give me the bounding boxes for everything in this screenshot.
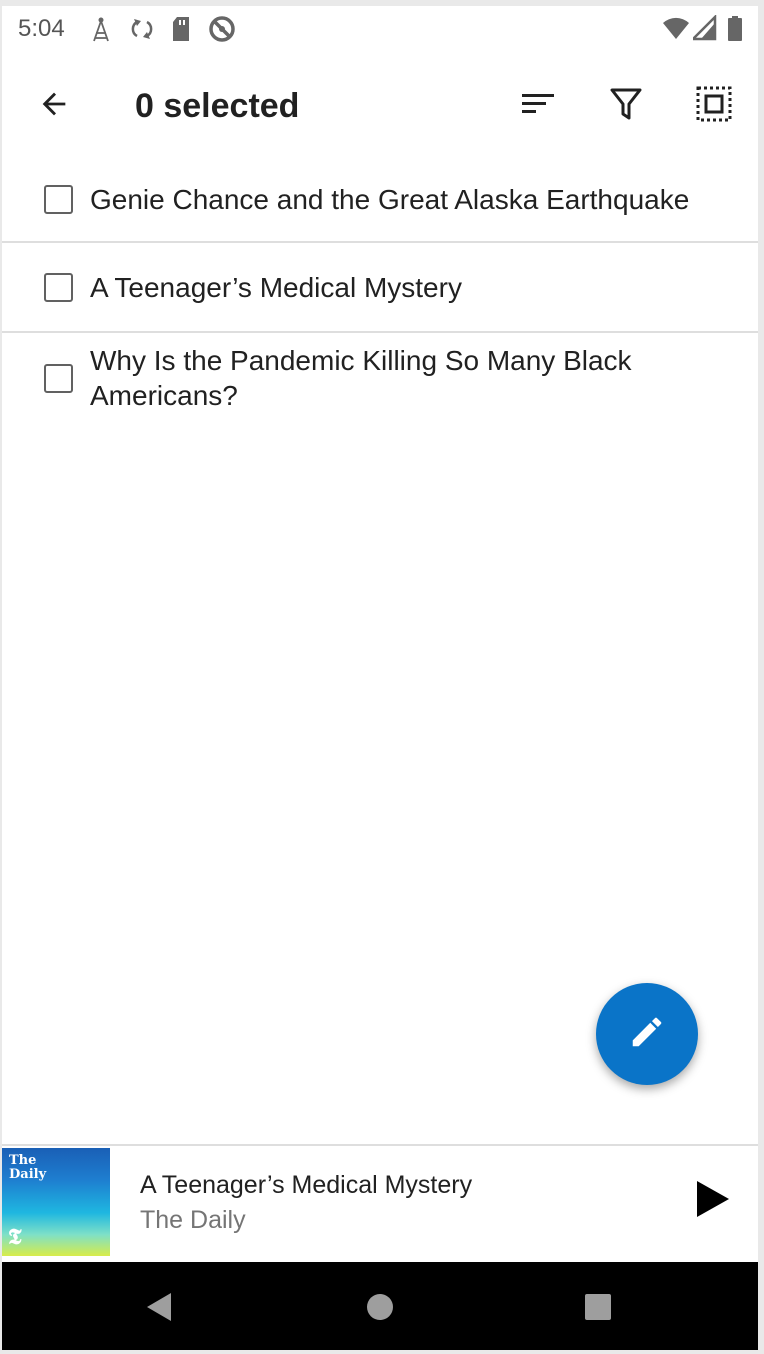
edit-pencil-icon [628,1013,666,1056]
podcast-cover-image[interactable]: The Daily 𝕿 [2,1148,110,1256]
item-checkbox[interactable] [44,272,73,302]
blocked-icon [208,15,236,48]
cover-text: The Daily [9,1153,47,1182]
list-item-label: Genie Chance and the Great Alaska Earthq… [90,184,690,215]
toolbar: 0 selected [2,56,758,152]
select-all-icon[interactable] [686,76,742,132]
app-screen: 5:04 0 selected Genie Chance and the Gre… [2,6,758,1350]
filter-icon[interactable] [598,76,654,132]
mini-player[interactable]: The Daily 𝕿 A Teenager’s Medical Mystery… [2,1144,758,1256]
play-icon [695,1179,731,1224]
list-item[interactable]: Why Is the Pandemic Killing So Many Blac… [2,333,758,423]
item-checkbox[interactable] [44,185,73,214]
back-arrow-icon[interactable] [26,76,82,132]
edit-fab-button[interactable] [596,983,698,1085]
nav-home-icon[interactable] [357,1284,403,1330]
sync-icon [129,15,155,48]
status-bar: 5:04 [2,6,758,52]
play-button[interactable] [688,1176,738,1226]
page-title: 0 selected [135,87,300,125]
wifi-icon [662,15,690,46]
item-checkbox[interactable] [44,363,73,393]
sd-card-icon [170,15,192,48]
episode-list: Genie Chance and the Great Alaska Earthq… [2,158,758,423]
player-podcast-name: The Daily [140,1206,246,1234]
antenna-icon [90,15,112,48]
nav-back-icon[interactable] [137,1284,183,1330]
player-episode-title: A Teenager’s Medical Mystery [140,1171,473,1199]
system-nav-bar [2,1262,758,1350]
list-item-label: A Teenager’s Medical Mystery [90,271,462,303]
nav-recents-icon[interactable] [575,1284,621,1330]
battery-icon [727,15,743,48]
status-time: 5:04 [18,15,65,42]
list-item[interactable]: Genie Chance and the Great Alaska Earthq… [2,158,758,243]
sort-icon[interactable] [510,76,566,132]
signal-icon [689,13,717,46]
nyt-logo-icon: 𝕿 [8,1224,22,1250]
list-item-label: Why Is the Pandemic Killing So Many Blac… [90,345,632,411]
list-item[interactable]: A Teenager’s Medical Mystery [2,243,758,333]
